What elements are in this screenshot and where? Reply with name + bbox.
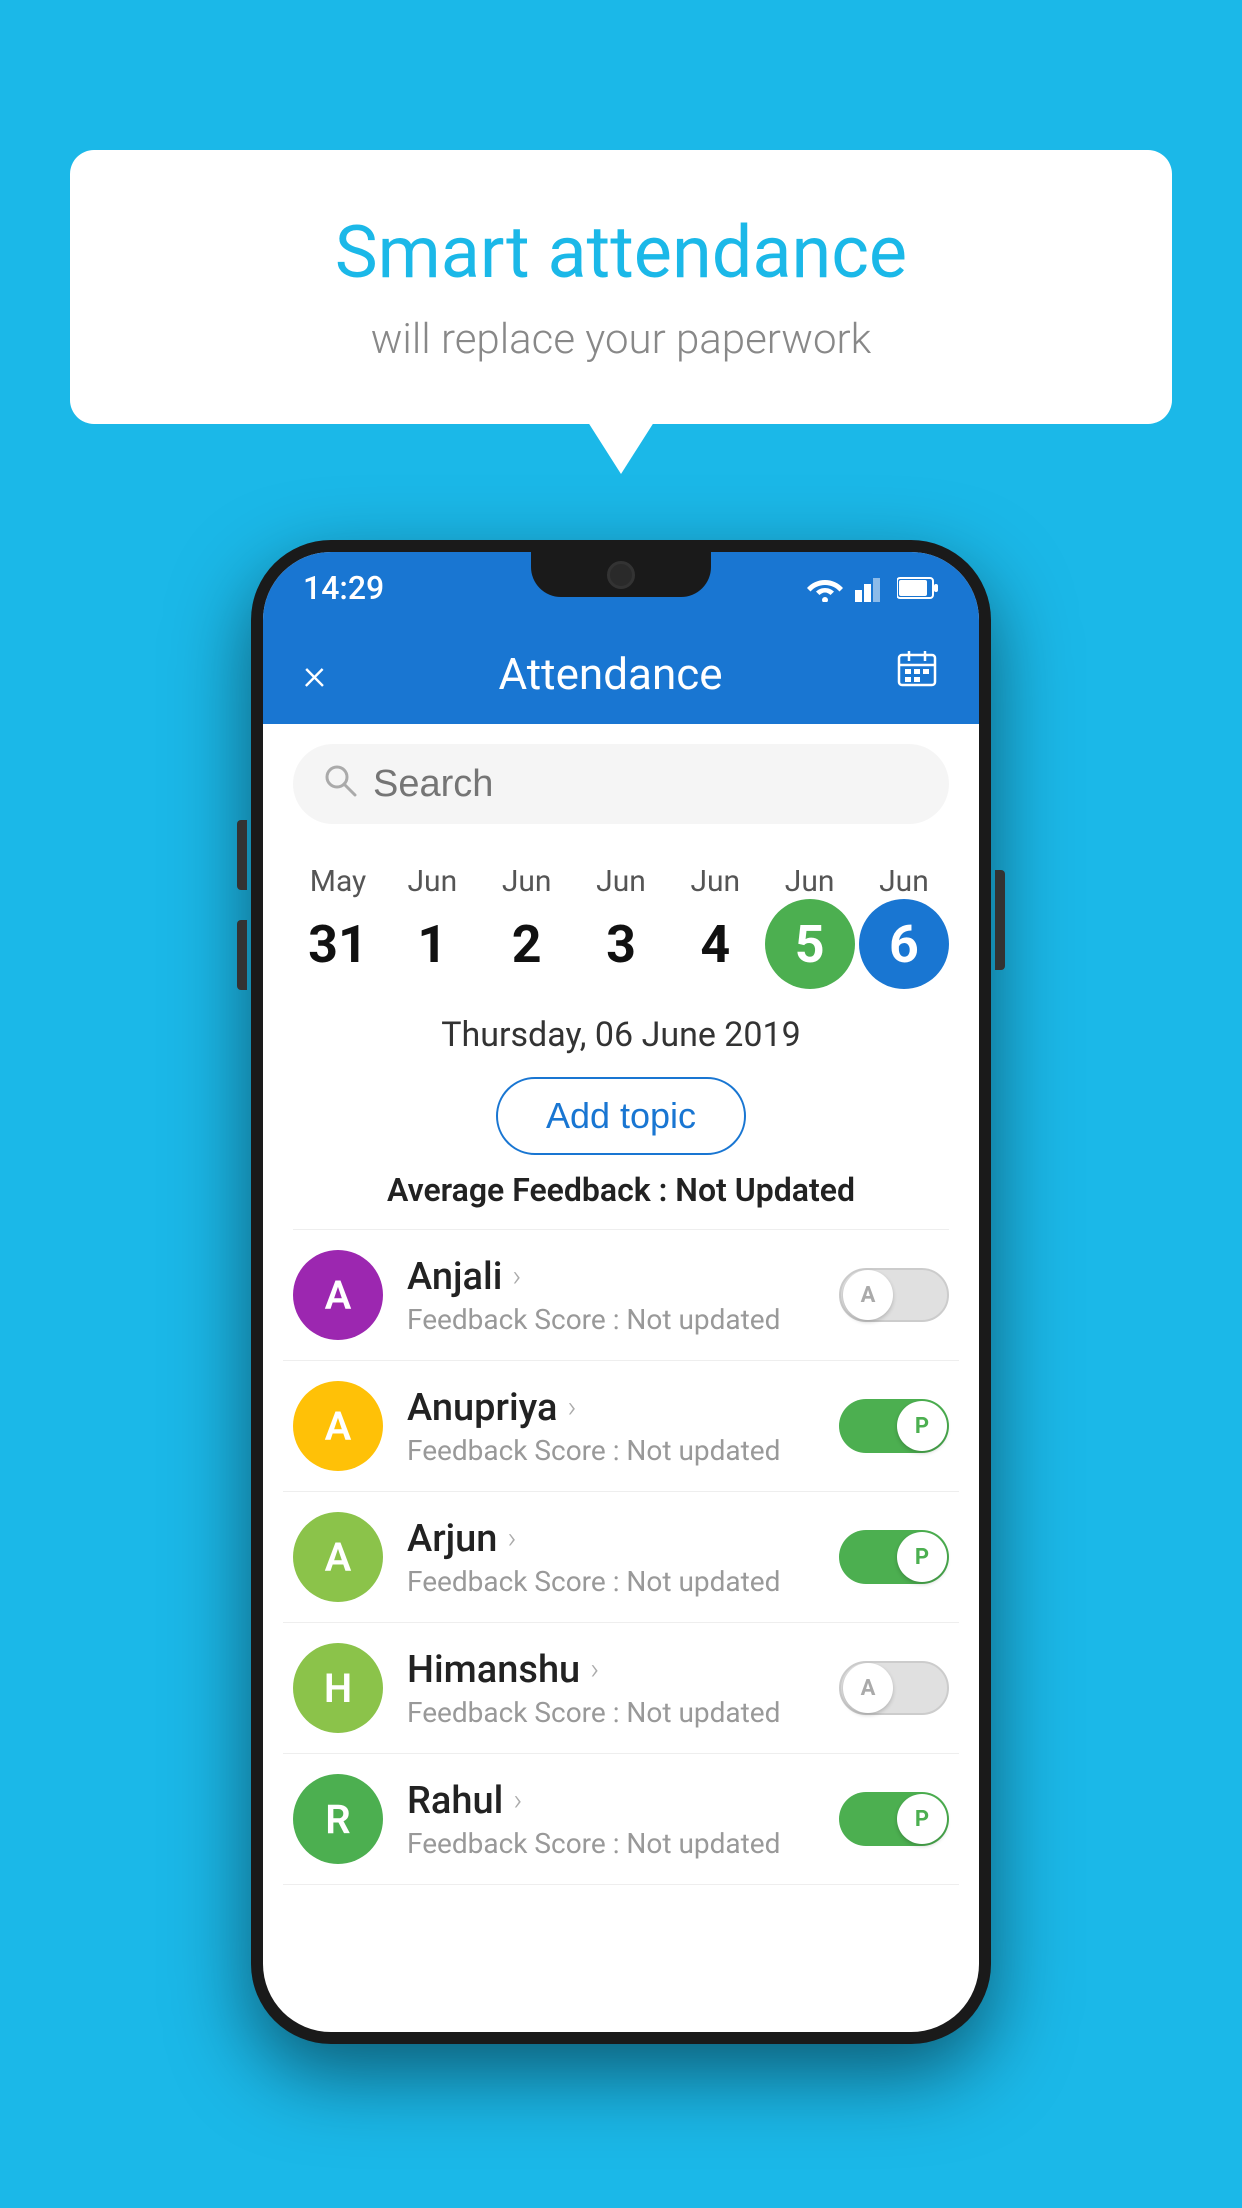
attendance-toggle-4[interactable]: P: [839, 1792, 949, 1846]
date-month-0: May: [310, 864, 366, 899]
avg-feedback-value: Not Updated: [675, 1171, 855, 1209]
student-list: AAnjali ›Feedback Score : Not updatedAAA…: [263, 1230, 979, 1885]
date-item-0[interactable]: May31: [293, 864, 383, 989]
attendance-toggle-1[interactable]: P: [839, 1399, 949, 1453]
student-chevron-0: ›: [512, 1259, 521, 1294]
speech-bubble: Smart attendance will replace your paper…: [70, 150, 1172, 424]
add-topic-button[interactable]: Add topic: [496, 1077, 746, 1155]
date-number-1: 1: [387, 899, 477, 989]
student-info-1: Anupriya › Feedback Score : Not updated: [407, 1386, 839, 1467]
student-info-3: Himanshu › Feedback Score : Not updated: [407, 1648, 839, 1729]
toggle-knob-4: P: [897, 1794, 947, 1844]
student-name-3: Himanshu ›: [407, 1648, 839, 1692]
toggle-container-3[interactable]: A: [839, 1661, 949, 1715]
student-avatar-0: A: [293, 1250, 383, 1340]
student-feedback-3: Feedback Score : Not updated: [407, 1696, 839, 1729]
phone-notch: [531, 552, 711, 597]
toggle-knob-3: A: [843, 1663, 893, 1713]
student-name-1: Anupriya ›: [407, 1386, 839, 1430]
student-feedback-4: Feedback Score : Not updated: [407, 1827, 839, 1860]
date-number-4: 4: [670, 899, 760, 989]
toggle-knob-1: P: [897, 1401, 947, 1451]
battery-icon: [897, 576, 939, 600]
date-number-2: 2: [482, 899, 572, 989]
student-item-0[interactable]: AAnjali ›Feedback Score : Not updatedA: [283, 1230, 959, 1361]
student-feedback-1: Feedback Score : Not updated: [407, 1434, 839, 1467]
date-month-5: Jun: [785, 864, 835, 899]
volume-down-button: [237, 920, 247, 990]
power-button: [995, 870, 1005, 970]
avg-feedback: Average Feedback : Not Updated: [263, 1171, 979, 1209]
student-info-4: Rahul › Feedback Score : Not updated: [407, 1779, 839, 1860]
student-item-2[interactable]: A Arjun › Feedback Score : Not updated P: [283, 1492, 959, 1623]
calendar-icon[interactable]: [895, 647, 939, 701]
student-chevron-1: ›: [567, 1390, 576, 1425]
selected-date: Thursday, 06 June 2019: [263, 999, 979, 1067]
phone-container: 14:29: [251, 540, 991, 2044]
student-chevron-2: ›: [507, 1521, 516, 1556]
search-bar[interactable]: [293, 744, 949, 824]
avg-feedback-label: Average Feedback :: [387, 1171, 667, 1209]
date-number-5: 5: [765, 899, 855, 989]
date-item-5[interactable]: Jun5: [765, 864, 855, 989]
speech-bubble-container: Smart attendance will replace your paper…: [70, 150, 1172, 424]
toggle-knob-0: A: [843, 1270, 893, 1320]
date-month-1: Jun: [407, 864, 457, 899]
student-name-2: Arjun ›: [407, 1517, 839, 1561]
speech-bubble-subtitle: will replace your paperwork: [150, 315, 1092, 364]
date-number-0: 31: [293, 899, 383, 989]
student-chevron-3: ›: [590, 1652, 599, 1687]
student-info-0: Anjali › Feedback Score : Not updated: [407, 1255, 839, 1336]
volume-up-button: [237, 820, 247, 890]
student-name-0: Anjali ›: [407, 1255, 839, 1299]
date-item-1[interactable]: Jun1: [387, 864, 477, 989]
student-avatar-3: H: [293, 1643, 383, 1733]
student-chevron-4: ›: [513, 1783, 522, 1818]
student-item-1[interactable]: A Anupriya › Feedback Score : Not updated P: [283, 1361, 959, 1492]
signal-icon: [855, 574, 885, 602]
date-month-6: Jun: [879, 864, 929, 899]
toggle-container-1[interactable]: P: [839, 1399, 949, 1453]
student-avatar-2: A: [293, 1512, 383, 1602]
attendance-toggle-2[interactable]: P: [839, 1530, 949, 1584]
date-number-6: 6: [859, 899, 949, 989]
student-feedback-2: Feedback Score : Not updated: [407, 1565, 839, 1598]
close-button[interactable]: ×: [303, 648, 326, 700]
status-icons: [807, 574, 939, 602]
phone-screen: 14:29: [263, 552, 979, 2032]
date-item-6[interactable]: Jun6: [859, 864, 949, 989]
student-avatar-4: R: [293, 1774, 383, 1864]
front-camera: [607, 561, 635, 589]
search-icon: [323, 763, 357, 806]
student-name-4: Rahul ›: [407, 1779, 839, 1823]
student-info-2: Arjun › Feedback Score : Not updated: [407, 1517, 839, 1598]
date-item-3[interactable]: Jun3: [576, 864, 666, 989]
toggle-container-4[interactable]: P: [839, 1792, 949, 1846]
date-item-4[interactable]: Jun4: [670, 864, 760, 989]
speech-bubble-title: Smart attendance: [150, 210, 1092, 295]
student-item-4[interactable]: R Rahul › Feedback Score : Not updated P: [283, 1754, 959, 1885]
search-input[interactable]: [373, 763, 919, 806]
student-feedback-0: Feedback Score : Not updated: [407, 1303, 839, 1336]
header-title: Attendance: [498, 648, 722, 700]
phone-outer: 14:29: [251, 540, 991, 2044]
attendance-toggle-0[interactable]: A: [839, 1268, 949, 1322]
date-month-4: Jun: [690, 864, 740, 899]
date-month-2: Jun: [502, 864, 552, 899]
date-month-3: Jun: [596, 864, 646, 899]
toggle-container-0[interactable]: A: [839, 1268, 949, 1322]
attendance-toggle-3[interactable]: A: [839, 1661, 949, 1715]
app-header: × Attendance: [263, 624, 979, 724]
student-avatar-1: A: [293, 1381, 383, 1471]
toggle-knob-2: P: [897, 1532, 947, 1582]
date-row: May31Jun1Jun2Jun3Jun4Jun5Jun6: [263, 844, 979, 999]
status-time: 14:29: [303, 569, 384, 607]
toggle-container-2[interactable]: P: [839, 1530, 949, 1584]
date-number-3: 3: [576, 899, 666, 989]
student-item-3[interactable]: H Himanshu › Feedback Score : Not updatedA: [283, 1623, 959, 1754]
date-item-2[interactable]: Jun2: [482, 864, 572, 989]
wifi-icon: [807, 574, 843, 602]
